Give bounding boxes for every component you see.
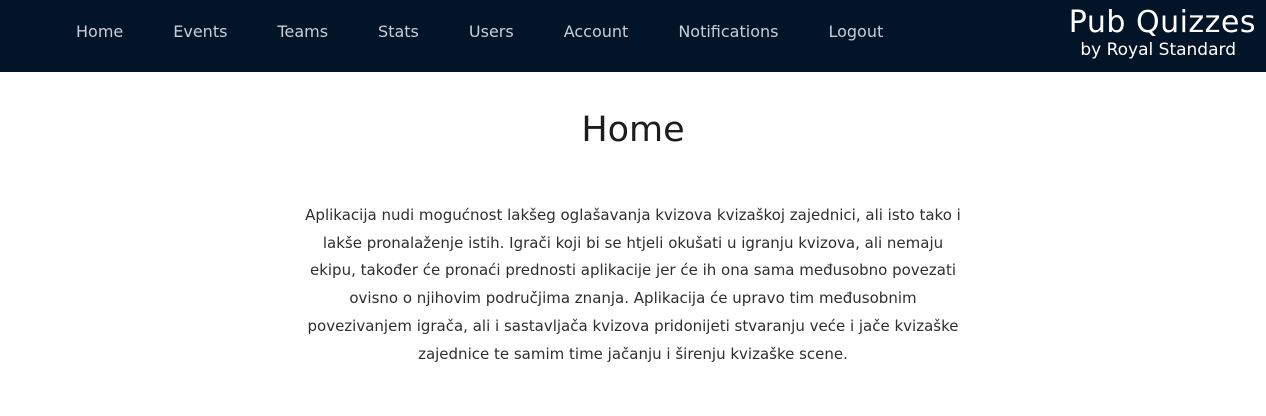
nav-link-logout[interactable]: Logout [803, 0, 908, 64]
top-navbar: Home Events Teams Stats Users Account No… [0, 0, 1266, 72]
brand-logo[interactable]: Pub Quizzes by Royal Standard [1068, 5, 1256, 61]
nav-link-account[interactable]: Account [539, 0, 654, 64]
page-title: Home [581, 110, 685, 150]
nav-link-notifications[interactable]: Notifications [653, 0, 803, 64]
main-nav: Home Events Teams Stats Users Account No… [51, 0, 908, 64]
nav-link-stats[interactable]: Stats [353, 0, 444, 64]
nav-link-users[interactable]: Users [444, 0, 539, 64]
nav-link-teams[interactable]: Teams [252, 0, 353, 64]
intro-paragraph: Aplikacija nudi mogućnost lakšeg oglašav… [305, 206, 961, 363]
main-content: Home Aplikacija nudi mogućnost lakšeg og… [0, 72, 1266, 416]
brand-title: Pub Quizzes [1068, 5, 1256, 40]
nav-link-events[interactable]: Events [148, 0, 252, 64]
nav-link-home[interactable]: Home [51, 0, 148, 64]
brand-subtitle: by Royal Standard [1080, 40, 1236, 60]
